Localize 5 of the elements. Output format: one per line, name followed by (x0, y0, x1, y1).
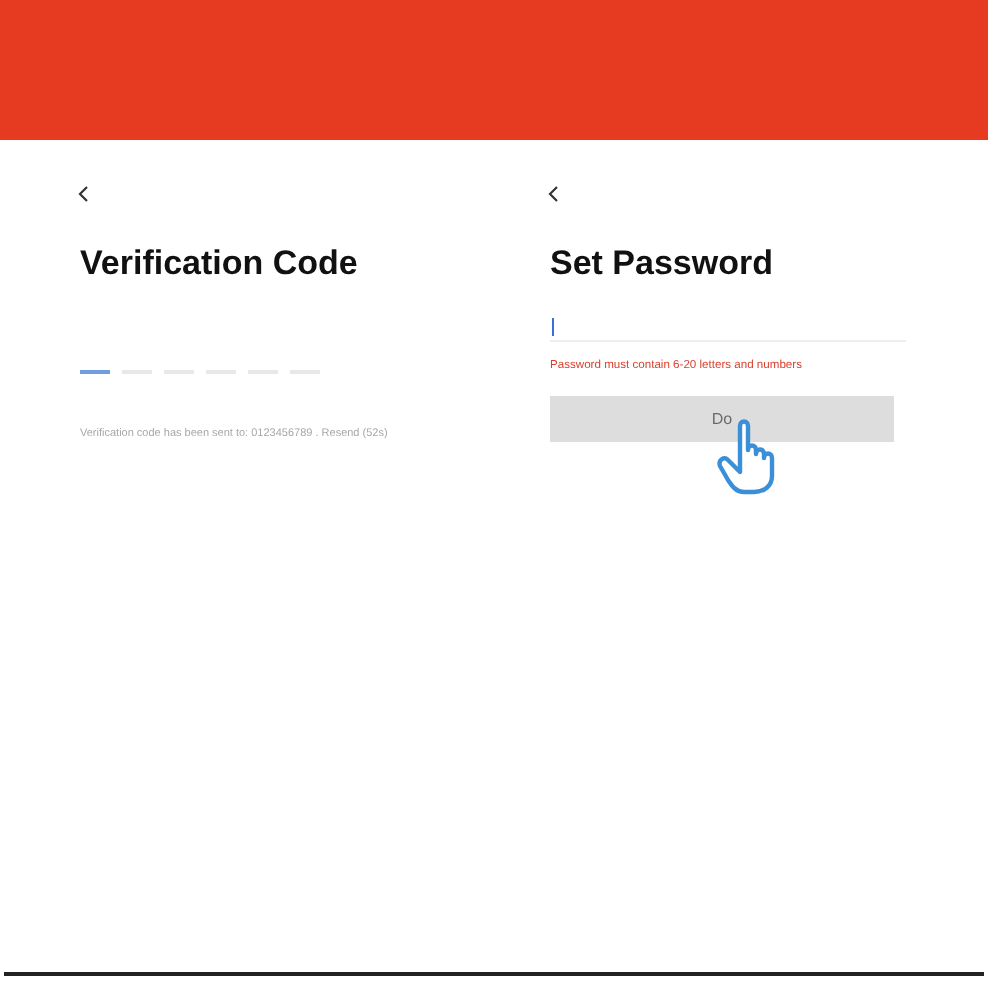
back-icon[interactable] (546, 184, 562, 204)
password-field[interactable] (550, 316, 906, 342)
back-icon[interactable] (76, 184, 92, 204)
screen-title: Set Password (550, 244, 773, 284)
screen-title: Verification Code (80, 244, 358, 284)
